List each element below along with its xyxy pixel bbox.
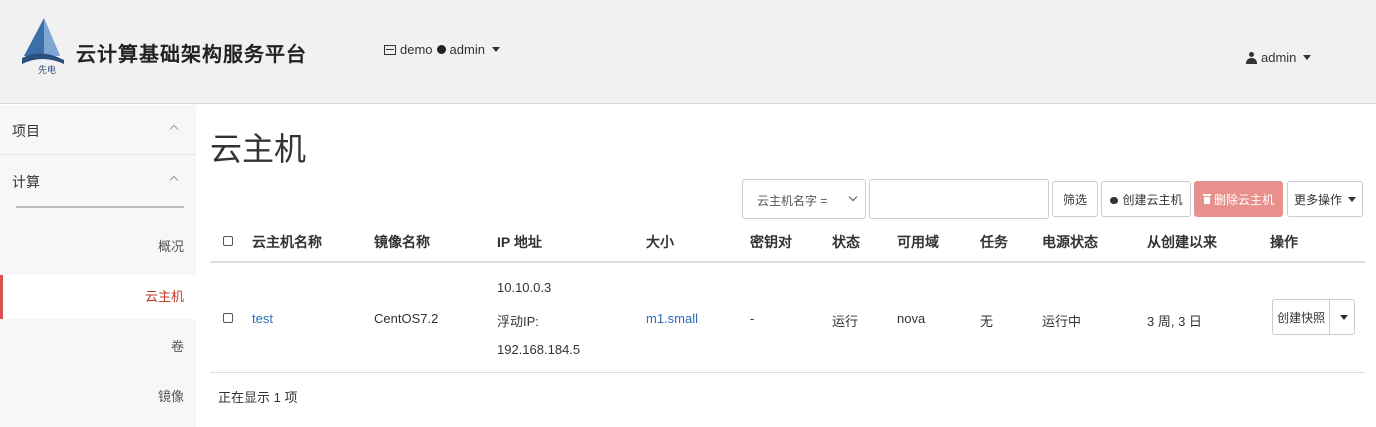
select-all-checkbox[interactable]	[223, 236, 233, 246]
trash-icon	[1202, 194, 1211, 204]
delete-instance-label: 删除云主机	[1213, 192, 1274, 207]
column-header[interactable]: 从创建以来	[1147, 232, 1217, 252]
sidebar-section-label: 项目	[12, 123, 40, 139]
section-divider	[16, 206, 184, 208]
ip-float-label: 浮动IP:	[497, 314, 539, 329]
context-project: demo	[400, 42, 433, 57]
column-header[interactable]: 云主机名称	[252, 232, 322, 252]
user-icon	[1246, 51, 1257, 64]
column-header: 操作	[1270, 234, 1298, 250]
caret-down-icon	[491, 47, 500, 52]
filter-button-label: 筛选	[1062, 192, 1087, 207]
column-header[interactable]: 任务	[980, 232, 1008, 252]
user-menu[interactable]: admin	[1246, 50, 1312, 65]
ip-float: 192.168.184.5	[497, 342, 581, 357]
context-user: admin	[449, 42, 485, 57]
table-row: test CentOS7.2 10.10.0.3 浮动IP: 192.168.1…	[210, 264, 1365, 373]
instance-name-link[interactable]: test	[252, 311, 273, 326]
row-actions: 创建快照	[1272, 299, 1355, 335]
status: 运行	[832, 314, 859, 329]
sidebar-item-overview[interactable]: 概况	[0, 225, 196, 269]
create-instance-button[interactable]: 创建云主机	[1101, 181, 1191, 217]
column-header[interactable]: 电源状态	[1042, 232, 1098, 252]
caret-down-icon	[1348, 196, 1356, 202]
ip-fixed: 10.10.0.3	[497, 280, 552, 295]
filter-button[interactable]: 筛选	[1052, 181, 1098, 217]
column-header[interactable]: 大小	[646, 232, 674, 252]
chevron-up-icon	[169, 175, 179, 185]
sidebar-item-volumes[interactable]: 卷	[0, 325, 196, 369]
brand-title: 云计算基础架构服务平台	[76, 42, 307, 66]
chevron-down-icon	[848, 192, 858, 202]
column-header[interactable]: 状态	[832, 232, 860, 252]
table-header: 云主机名称 镜像名称 IP 地址 大小 密钥对 状态 可用域 任务 电源状态 从…	[210, 219, 1365, 263]
create-instance-label: 创建云主机	[1122, 192, 1183, 207]
filter-field-label: 云主机名字 =	[757, 194, 828, 208]
sidebar-item-instances[interactable]: 云主机	[0, 275, 196, 319]
row-checkbox[interactable]	[223, 313, 233, 323]
sidebar-section-label: 计算	[12, 174, 40, 190]
column-header[interactable]: IP 地址	[497, 232, 542, 252]
separator-dot-icon	[436, 45, 446, 54]
cloud-upload-icon	[1109, 195, 1119, 204]
logo-icon: 先电	[22, 18, 64, 76]
filter-input[interactable]	[869, 179, 1049, 219]
sidebar: 项目 计算 概况 云主机 卷 镜像	[0, 105, 196, 427]
delete-instance-button[interactable]: 删除云主机	[1194, 181, 1283, 217]
more-actions-button[interactable]: 更多操作	[1287, 181, 1363, 217]
row-actions-dropdown[interactable]	[1330, 300, 1354, 334]
more-actions-label: 更多操作	[1293, 192, 1342, 207]
user-menu-label: admin	[1261, 50, 1297, 65]
sidebar-item-images[interactable]: 镜像	[0, 375, 196, 419]
column-header[interactable]: 可用域	[897, 232, 939, 252]
chevron-up-icon	[169, 124, 179, 134]
create-snapshot-button[interactable]: 创建快照	[1273, 300, 1331, 334]
power-state: 运行中	[1042, 314, 1082, 329]
age: 3 周, 3 日	[1147, 314, 1202, 329]
table-footer-count: 正在显示 1 项	[218, 390, 298, 405]
filter-field-select[interactable]: 云主机名字 =	[742, 179, 866, 219]
sidebar-section-compute[interactable]: 计算	[0, 156, 196, 206]
availability-zone: nova	[897, 311, 926, 326]
page-title: 云主机	[210, 131, 307, 167]
project-icon	[384, 44, 396, 55]
keypair: -	[750, 311, 755, 326]
logo-text: 先电	[38, 64, 56, 76]
caret-down-icon	[1339, 314, 1348, 320]
sidebar-section-project[interactable]: 项目	[0, 105, 196, 155]
caret-down-icon	[1303, 55, 1312, 60]
image-name: CentOS7.2	[374, 311, 439, 326]
column-header[interactable]: 密钥对	[750, 232, 792, 252]
project-context-menu[interactable]: demo admin	[384, 42, 500, 57]
column-header[interactable]: 镜像名称	[374, 232, 430, 252]
top-navbar: 先电 云计算基础架构服务平台 demo admin admin	[0, 0, 1376, 104]
task: 无	[980, 314, 994, 329]
flavor-link[interactable]: m1.small	[646, 311, 698, 326]
